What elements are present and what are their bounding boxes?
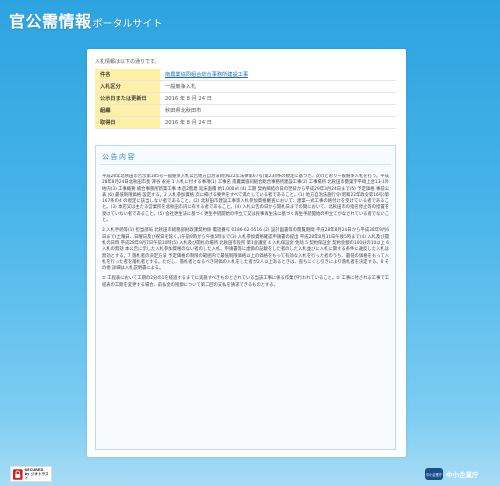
notice-footnote: ② 工程表において工期の2分の1を経過するまでに実施すべきものとされている当該工… bbox=[102, 276, 389, 288]
organization-value: 秋田県北秋田市 bbox=[160, 104, 396, 117]
row-label-notice-date: 公示日または更新日 bbox=[95, 92, 160, 105]
notice-body: 平成28年北秋田市告示第185号一般競争入札公告地方自治法(昭和22年法律第67… bbox=[102, 174, 389, 443]
security-seal[interactable]: SECURED by ジオトラスト bbox=[10, 466, 52, 482]
bid-type-value: 一般競争入札 bbox=[160, 80, 396, 93]
lock-icon bbox=[13, 468, 23, 480]
notice-box: 公告内容 平成28年北秋田市告示第185号一般競争入札公告地方自治法(昭和22年… bbox=[95, 145, 396, 450]
site-logo[interactable]: 官公需情報ポータルサイト bbox=[9, 8, 163, 31]
logo-main-text: 官公需情報 bbox=[9, 12, 92, 31]
notice-date-value: 2016 年 8 月 24 日 bbox=[160, 92, 396, 105]
notice-divider bbox=[100, 164, 391, 165]
table-row: 入札区分 一般競争入札 bbox=[95, 80, 396, 93]
notice-paragraph: 平成28年北秋田市告示第185号一般競争入札公告地方自治法(昭和22年法律第67… bbox=[102, 174, 389, 224]
intro-text: 入札情報は以下の通りです。 bbox=[95, 59, 160, 65]
agency-emblem-icon: 中小企業庁 bbox=[425, 468, 443, 480]
site-header: 官公需情報ポータルサイト bbox=[0, 0, 500, 36]
subject-link[interactable]: 南農業協同組合総合事務所建設工事 bbox=[160, 69, 396, 81]
table-row: 件名 南農業協同組合総合事務所建設工事 bbox=[95, 69, 396, 81]
agency-name: 中小企業庁 bbox=[446, 471, 479, 479]
row-label-bid-type: 入札区分 bbox=[95, 80, 160, 93]
row-label-subject: 件名 bbox=[95, 69, 160, 81]
bid-detail-panel: 入札情報は以下の通りです。 件名 南農業協同組合総合事務所建設工事 入札区分 一… bbox=[87, 49, 406, 457]
security-seal-line2: by ジオトラスト bbox=[24, 472, 49, 480]
notice-title: 公告内容 bbox=[102, 153, 136, 161]
security-seal-text: SECURED by ジオトラスト bbox=[25, 468, 51, 480]
table-row: 組織 秋田県北秋田市 bbox=[95, 104, 396, 117]
table-row: 取得日 2016 年 8 月 24 日 bbox=[95, 116, 396, 129]
acquired-date-value: 2016 年 8 月 24 日 bbox=[160, 116, 396, 129]
notice-paragraph: 3 入札手続等(1) 担当部局 北秋田市総務部財政課契約係 電話番号 0186-… bbox=[102, 228, 389, 272]
row-label-organization: 組織 bbox=[95, 104, 160, 117]
row-label-acquired-date: 取得日 bbox=[95, 116, 160, 129]
agency-logo[interactable]: 中小企業庁 中小企業庁 bbox=[425, 467, 479, 481]
bid-info-table: 件名 南農業協同組合総合事務所建設工事 入札区分 一般競争入札 公示日または更新… bbox=[95, 69, 396, 129]
logo-sub-text: ポータルサイト bbox=[92, 19, 163, 30]
table-row: 公示日または更新日 2016 年 8 月 24 日 bbox=[95, 92, 396, 105]
